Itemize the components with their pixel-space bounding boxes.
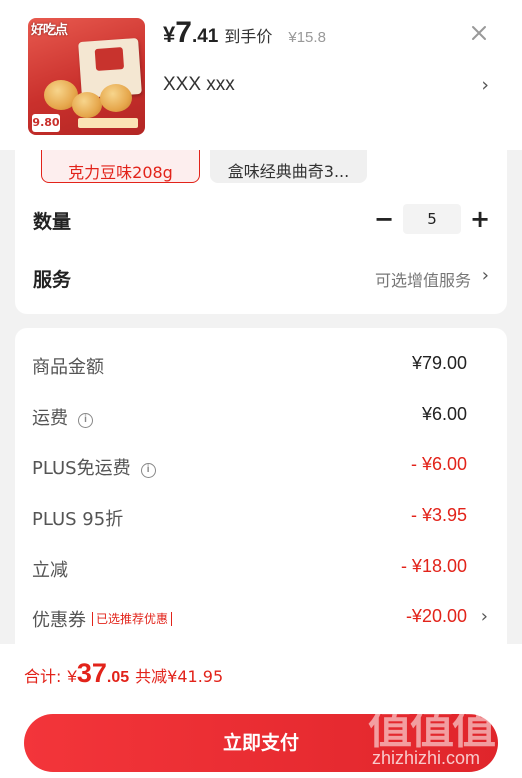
summary-row-goods-amount: 商品金额 ¥79.00	[15, 350, 507, 380]
chevron-right-icon[interactable]: ›	[482, 265, 489, 286]
close-icon[interactable]	[466, 20, 492, 46]
pay-now-button[interactable]: 立即支付	[24, 714, 498, 772]
summary-row-instant-discount: 立减 - ¥18.00	[15, 553, 507, 583]
total-label: 合计:	[24, 667, 62, 686]
summary-value: ¥6.00	[421, 404, 467, 424]
product-thumbnail: 好吃点 9.80	[28, 18, 145, 135]
price-decimal: .41	[191, 26, 219, 47]
summary-value: - ¥18.00	[400, 556, 467, 576]
summary-row-plus-free-shipping: PLUS免运费 i - ¥6.00	[15, 451, 507, 481]
total-decimal: .05	[106, 669, 130, 686]
total-saved: 共减¥41.95	[135, 667, 224, 686]
total-currency: ¥	[67, 667, 77, 686]
summary-label: 立减	[32, 560, 68, 581]
chevron-right-icon: ›	[481, 74, 489, 96]
spec-option-line2: 克力豆味208g	[68, 163, 173, 182]
summary-value: - ¥6.00	[410, 454, 467, 474]
service-label: 服务	[33, 269, 72, 291]
brand-logo: 好吃点	[31, 22, 68, 37]
quantity-plus-button[interactable]: +	[468, 204, 492, 234]
quantity-minus-button[interactable]: −	[372, 204, 396, 234]
selected-variant-text: XXX xxx	[163, 74, 235, 95]
cookie-image	[100, 84, 132, 112]
summary-label: 运费	[32, 408, 68, 429]
service-option-link[interactable]: 可选增值服务	[375, 267, 471, 291]
quantity-input[interactable]: 5	[403, 204, 461, 234]
price-summary-card: 商品金额 ¥79.00 运费 i ¥6.00 PLUS免运费 i - ¥6.00 P…	[15, 328, 507, 644]
product-header: 好吃点 9.80 ¥ 7 .41 到手价 ¥15.8 XXX xxx ›	[0, 0, 522, 150]
original-price: ¥15.8	[288, 29, 326, 46]
summary-label: PLUS免运费	[32, 458, 131, 479]
cookie-image	[72, 92, 102, 118]
info-icon[interactable]: i	[78, 413, 93, 428]
coupon-badge: 已选推荐优惠	[92, 612, 173, 626]
summary-label: PLUS 95折	[32, 509, 124, 530]
spec-option[interactable]: 【 盒味经典曲奇3...	[210, 150, 367, 183]
summary-value: -¥20.00	[405, 606, 467, 626]
price-row: ¥ 7 .41 到手价 ¥15.8	[163, 16, 326, 54]
total-integer: 37	[76, 658, 107, 688]
summary-value: ¥79.00	[411, 353, 467, 373]
quantity-label: 数量	[33, 211, 72, 233]
total-line: 合计: ¥ 37 .05 共减¥41.95	[24, 658, 223, 689]
spec-card: 【 克力豆味208g 【 盒味经典曲奇3... 数量 − 5 + 服务 可选增值…	[15, 150, 507, 314]
summary-value: - ¥3.95	[410, 505, 467, 525]
chevron-right-icon: ›	[480, 606, 488, 627]
summary-row-plus-discount: PLUS 95折 - ¥3.95	[15, 502, 507, 532]
spec-option-line2: 盒味经典曲奇3...	[227, 162, 350, 181]
summary-row-shipping: 运费 i ¥6.00	[15, 401, 507, 431]
thumb-price-tag: 9.80	[32, 114, 60, 132]
price-integer: 7	[175, 16, 192, 49]
checkout-footer: 合计: ¥ 37 .05 共减¥41.95 立即支付	[0, 644, 522, 778]
summary-row-coupon[interactable]: 优惠券 已选推荐优惠 -¥20.00 ›	[15, 603, 507, 633]
summary-label: 商品金额	[32, 357, 104, 378]
summary-label: 优惠券	[32, 610, 86, 631]
price-currency: ¥	[163, 22, 176, 47]
product-tagline-strip	[78, 118, 138, 128]
info-icon[interactable]: i	[140, 463, 156, 478]
spec-option-selected[interactable]: 【 克力豆味208g	[41, 150, 200, 183]
price-label: 到手价	[224, 27, 273, 46]
selected-variant-row[interactable]: XXX xxx ›	[163, 74, 495, 100]
